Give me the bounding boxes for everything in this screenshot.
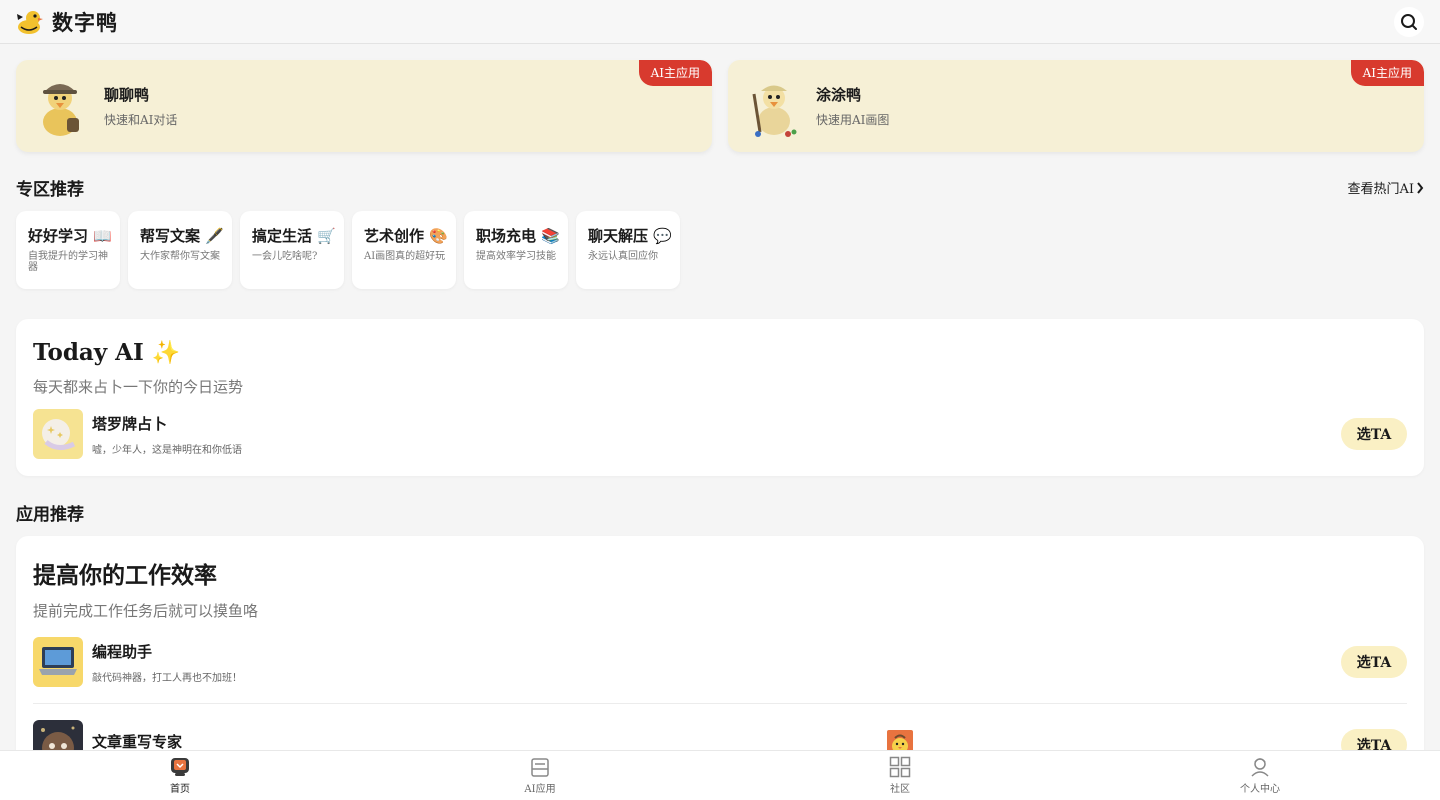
today-ai-panel: Today AI ✨ 每天都来占卜一下你的今日运势 塔罗牌占卜 嘘，少年人，这是… [16,319,1424,476]
today-ai-subtitle: 每天都来占卜一下你的今日运势 [33,378,244,396]
zone-title: 职场充电 📚 [476,227,560,245]
main-app-tag: AI主应用 [638,60,712,86]
efficiency-panel: 提高你的工作效率 提前完成工作任务后就可以摸鱼咯 编程助手 敲代码神器，打工人再… [16,536,1424,766]
laptop-icon [33,637,83,687]
chevron-right-icon [1417,181,1424,194]
nav-item-home[interactable]: 首页 [0,751,360,800]
detective-duck-icon [43,84,79,136]
inbox-icon [531,758,549,777]
zone-title: 帮写文案 🖋️ [140,227,224,245]
main-app-tag: AI主应用 [1350,60,1424,86]
zone-item-study[interactable]: 好好学习 📖 自我提升的学习神器 [16,211,120,289]
main-app-subtitle: 快速和AI对话 [104,113,178,127]
zone-item-copywriting[interactable]: 帮写文案 🖋️ 大作家帮你写文案 [128,211,232,289]
zone-subtitle: 提高效率学习技能 [476,251,556,262]
zone-list: 好好学习 📖 自我提升的学习神器 帮写文案 🖋️ 大作家帮你写文案 搞定生活 🛒… [16,211,680,289]
apps-section-header: 应用推荐 [16,500,1424,525]
search-button[interactable] [1394,6,1424,37]
nav-label: 个人中心 [1240,784,1280,795]
nav-label: 社区 [890,784,910,795]
hot-ai-link-label: 查看热门AI [1347,182,1414,197]
nav-label: AI应用 [524,784,556,795]
user-icon [1251,758,1269,777]
search-icon [1401,13,1417,30]
zones-section-title: 专区推荐 [16,180,84,200]
logo[interactable]: 数字鸭 [16,7,118,37]
zone-subtitle: 大作家帮你写文案 [140,251,220,262]
main-app-subtitle: 快速用AI画图 [816,113,890,127]
main-app-card-draw[interactable]: 涂涂鸭 快速用AI画图 AI主应用 [728,60,1424,152]
pick-button[interactable]: 选TA [1341,418,1407,450]
logo-text: 数字鸭 [52,10,118,35]
efficiency-subtitle: 提前完成工作任务后就可以摸鱼咯 [33,602,259,620]
main-apps: 聊聊鸭 快速和AI对话 AI主应用 涂涂鸭 快速用AI画图 AI主应用 [16,60,1424,152]
app-name: 文章重写专家 [92,732,183,751]
main-app-card-chat[interactable]: 聊聊鸭 快速和AI对话 AI主应用 [16,60,712,152]
efficiency-title: 提高你的工作效率 [33,562,217,589]
zone-item-life[interactable]: 搞定生活 🛒 一会儿吃啥呢? [240,211,344,289]
duck-logo-icon [17,10,43,34]
apps-section-title: 应用推荐 [16,505,84,525]
pick-button[interactable]: 选TA [1341,646,1407,678]
app-desc: 敲代码神器，打工人再也不加班！ [92,672,242,684]
zone-title: 艺术创作 🎨 [364,227,448,245]
zone-item-art[interactable]: 艺术创作 🎨 AI画图真的超好玩 [352,211,456,289]
tarot-icon [33,409,83,459]
zone-title: 搞定生活 🛒 [252,227,336,245]
app-name: 塔罗牌占卜 [92,414,168,433]
painter-duck-icon [752,85,797,137]
list-item[interactable]: 编程助手 敲代码神器，打工人再也不加班！ 选TA [33,621,1407,703]
zone-subtitle: AI画图真的超好玩 [364,251,446,262]
bottom-nav: 首页 AI应用 社区 个人中心 [0,750,1440,800]
zone-subtitle: 一会儿吃啥呢? [252,251,318,262]
zone-title: 聊天解压 💬 [588,227,672,245]
main-app-title: 涂涂鸭 [816,86,862,104]
top-header: 数字鸭 [0,0,1440,44]
today-ai-title: Today AI ✨ [33,339,181,366]
home-icon [171,758,189,776]
main-app-title: 聊聊鸭 [104,86,150,104]
list-item[interactable]: 塔罗牌占卜 嘘，少年人，这是神明在和你低语 选TA [33,399,1407,469]
nav-item-ai-apps[interactable]: AI应用 [360,751,720,800]
hot-ai-link[interactable]: 查看热门AI [1347,178,1424,197]
nav-label: 首页 [170,784,190,795]
nav-item-community[interactable]: 社区 [720,751,1080,800]
zone-subtitle: 永远认真回应你 [588,251,658,262]
zone-item-career[interactable]: 职场充电 📚 提高效率学习技能 [464,211,568,289]
zone-title: 好好学习 📖 [28,227,112,245]
zone-subtitle: 自我提升的学习神器 [28,251,108,273]
nav-item-profile[interactable]: 个人中心 [1080,751,1440,800]
zone-item-chat[interactable]: 聊天解压 💬 永远认真回应你 [576,211,680,289]
zones-section-header: 专区推荐 查看热门AI [16,175,1424,200]
app-name: 编程助手 [92,642,153,661]
grid-icon [889,756,911,778]
app-desc: 嘘，少年人，这是神明在和你低语 [92,444,242,456]
